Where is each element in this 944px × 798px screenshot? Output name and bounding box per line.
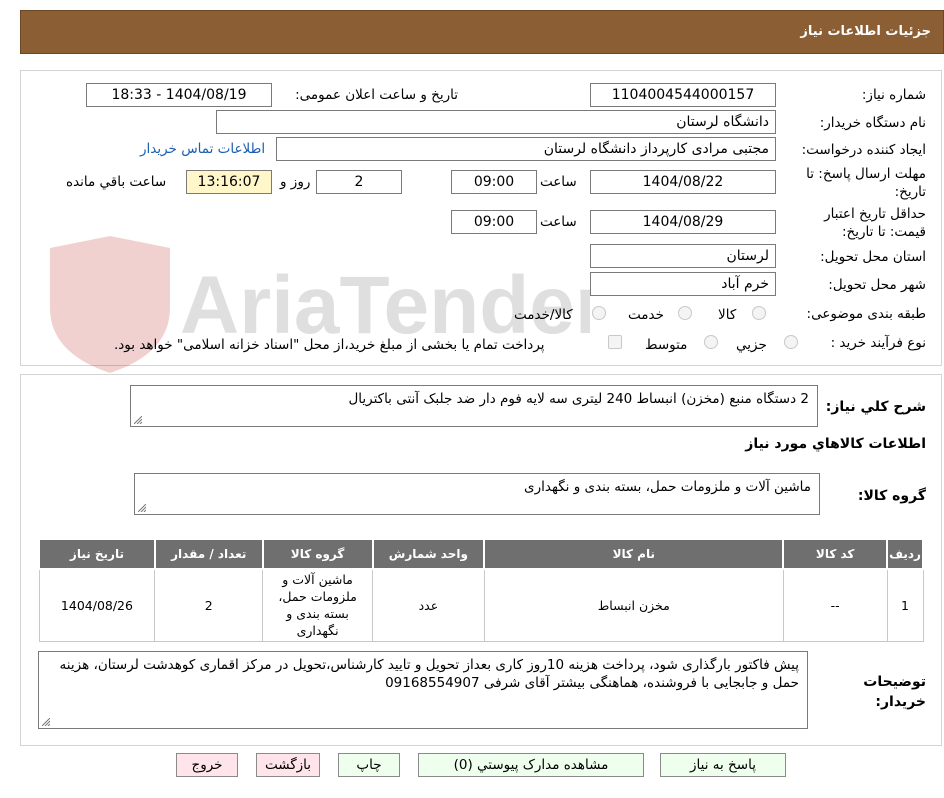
process-label: نوع فرآیند خرید :: [830, 335, 926, 351]
need-number-field: 1104004544000157: [590, 83, 776, 107]
print-button[interactable]: چاپ: [338, 753, 400, 777]
validity-label: حداقل تاریخ اعتبار قیمت: تا تاریخ:: [824, 206, 926, 240]
treasury-payment-checkbox[interactable]: [608, 335, 622, 349]
cell-unit: عدد: [372, 568, 485, 642]
deadline-label: مهلت ارسال پاسخ: تا تاریخ:: [806, 166, 926, 200]
col-unit: واحد شمارش: [371, 538, 486, 570]
category-service-label: خدمت: [628, 307, 664, 323]
group-label: گروه کالا:: [857, 488, 926, 504]
group-textarea[interactable]: ماشین آلات و ملزومات حمل، بسته بندی و نگ…: [134, 473, 820, 515]
summary-text: 2 دستگاه منبع (مخزن) انبساط 240 لیتری سه…: [348, 391, 809, 407]
validity-time-field: 09:00: [451, 210, 537, 234]
back-button[interactable]: بازگشت: [256, 753, 320, 777]
deadline-time-field: 09:00: [451, 170, 537, 194]
resize-grip-icon[interactable]: [42, 718, 50, 726]
col-qty: تعداد / مقدار: [153, 538, 264, 570]
notes-text: پیش فاکتور بارگذاری شود، پرداخت هزینه 10…: [59, 657, 799, 691]
col-row: ردیف: [886, 538, 924, 570]
table-header-row: ردیف کد کالا نام کالا واحد شمارش گروه کا…: [38, 538, 924, 570]
category-both-radio[interactable]: [592, 306, 606, 320]
city-field: خرم آباد: [590, 272, 776, 296]
table-row: 1 -- مخزن انبساط عدد ماشین آلات و ملزوما…: [38, 568, 924, 642]
process-medium-label: متوسط: [645, 337, 688, 353]
col-name: نام کالا: [483, 538, 785, 570]
validity-time-label: ساعت: [540, 214, 577, 230]
remaining-label: ساعت باقي مانده: [66, 174, 167, 190]
col-date: تاریخ نیاز: [38, 538, 156, 570]
need-number-label: شماره نیاز:: [861, 87, 926, 103]
deadline-time-label: ساعت: [540, 174, 577, 190]
cell-name: مخزن انبساط: [483, 568, 784, 642]
requester-field: مجتبی مرادی کارپرداز دانشگاه لرستان: [276, 137, 776, 161]
resize-grip-icon[interactable]: [134, 416, 142, 424]
process-minor-label: جزيي: [736, 337, 767, 353]
announce-date-field: 1404/08/19 - 18:33: [86, 83, 272, 107]
remaining-time-field: 13:16:07: [186, 170, 272, 194]
reply-button[interactable]: پاسخ به نیاز: [660, 753, 786, 777]
cell-row: 1: [886, 568, 924, 642]
cell-code: --: [782, 568, 888, 642]
items-heading: اطلاعات کالاهاي مورد نیاز: [745, 436, 926, 452]
col-group: گروه کالا: [261, 538, 374, 570]
buyer-org-field: دانشگاه لرستان: [216, 110, 776, 134]
exit-button[interactable]: خروج: [176, 753, 238, 777]
page-title: جزئیات اطلاعات نیاز: [800, 24, 931, 39]
category-goods-label: کالا: [718, 307, 737, 323]
city-label: شهر محل تحویل:: [828, 277, 926, 293]
items-table-wrap: ردیف کد کالا نام کالا واحد شمارش گروه کا…: [38, 538, 924, 642]
notes-textarea[interactable]: پیش فاکتور بارگذاری شود، پرداخت هزینه 10…: [38, 651, 808, 729]
cell-qty: 2: [154, 568, 264, 642]
cell-date: 1404/08/26: [38, 568, 156, 642]
items-table: ردیف کد کالا نام کالا واحد شمارش گروه کا…: [38, 538, 924, 642]
category-goods-radio[interactable]: [752, 306, 766, 320]
category-service-radio[interactable]: [678, 306, 692, 320]
notes-label: توضیحات خریدار:: [863, 674, 926, 710]
process-medium-radio[interactable]: [704, 335, 718, 349]
summary-textarea[interactable]: 2 دستگاه منبع (مخزن) انبساط 240 لیتری سه…: [130, 385, 818, 427]
buyer-contact-link[interactable]: اطلاعات تماس خریدار: [140, 141, 265, 157]
days-label: روز و: [280, 174, 311, 190]
province-field: لرستان: [590, 244, 776, 268]
page-header: جزئیات اطلاعات نیاز: [20, 10, 944, 54]
payment-note: پرداخت تمام یا بخشی از مبلغ خرید،از محل …: [114, 337, 545, 353]
buyer-org-label: نام دستگاه خریدار:: [819, 115, 926, 131]
summary-label: شرح کلي نیاز:: [825, 399, 926, 415]
category-both-label: کالا/خدمت: [514, 307, 573, 323]
deadline-date-field: 1404/08/22: [590, 170, 776, 194]
remaining-days-field: 2: [316, 170, 402, 194]
validity-date-field: 1404/08/29: [590, 210, 776, 234]
province-label: استان محل تحویل:: [820, 249, 926, 265]
category-label: طبقه بندی موضوعی:: [806, 306, 926, 322]
resize-grip-icon[interactable]: [138, 504, 146, 512]
attachments-button[interactable]: مشاهده مدارک پیوستي (0): [418, 753, 644, 777]
cell-group: ماشین آلات و ملزومات حمل، بسته بندی و نگ…: [262, 568, 373, 642]
col-code: کد کالا: [782, 538, 889, 570]
requester-label: ایجاد کننده درخواست:: [801, 142, 926, 158]
group-text: ماشین آلات و ملزومات حمل، بسته بندی و نگ…: [524, 479, 811, 495]
announce-date-label: تاریخ و ساعت اعلان عمومی:: [295, 87, 458, 103]
process-minor-radio[interactable]: [784, 335, 798, 349]
